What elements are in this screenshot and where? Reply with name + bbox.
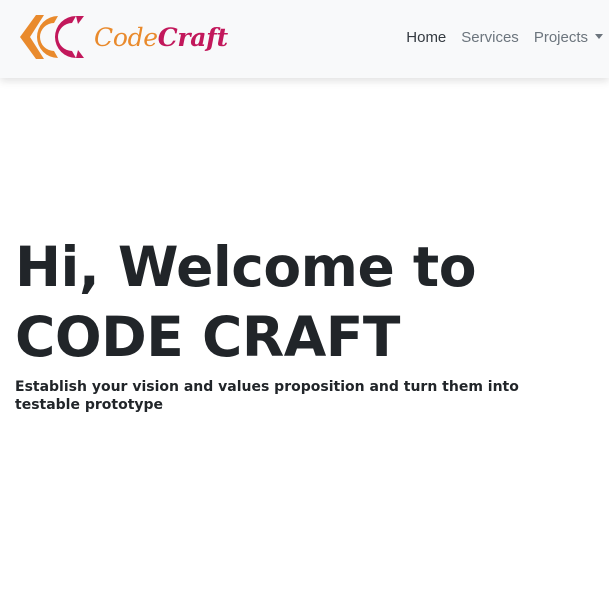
nav-projects-label: Projects — [533, 29, 588, 46]
hero-heading-line2: CODE CRAFT — [15, 305, 400, 369]
hero-heading-line1: Hi, Welcome to — [15, 235, 477, 299]
nav-projects-dropdown[interactable]: Projects — [534, 29, 603, 46]
hero-section: Hi, Welcome to CODE CRAFT Establish your… — [15, 232, 595, 414]
caret-down-icon — [595, 34, 603, 39]
hero-tagline: Establish your vision and values proposi… — [15, 379, 519, 413]
brand-logo-link[interactable]: CodeCraft — [14, 6, 228, 68]
brand-name-code: Code — [94, 22, 158, 52]
hero-heading: Hi, Welcome to CODE CRAFT — [15, 232, 595, 372]
brand-name-craft: Craft — [157, 22, 228, 52]
top-navbar: CodeCraft Home Services Projects — [0, 0, 609, 78]
brand-name: CodeCraft — [94, 23, 228, 52]
nav-home-link[interactable]: Home — [406, 29, 446, 46]
nav-services-link[interactable]: Services — [461, 29, 519, 46]
codecraft-cc-logo-icon — [20, 15, 84, 59]
nav-links: Home Services Projects — [391, 29, 603, 46]
